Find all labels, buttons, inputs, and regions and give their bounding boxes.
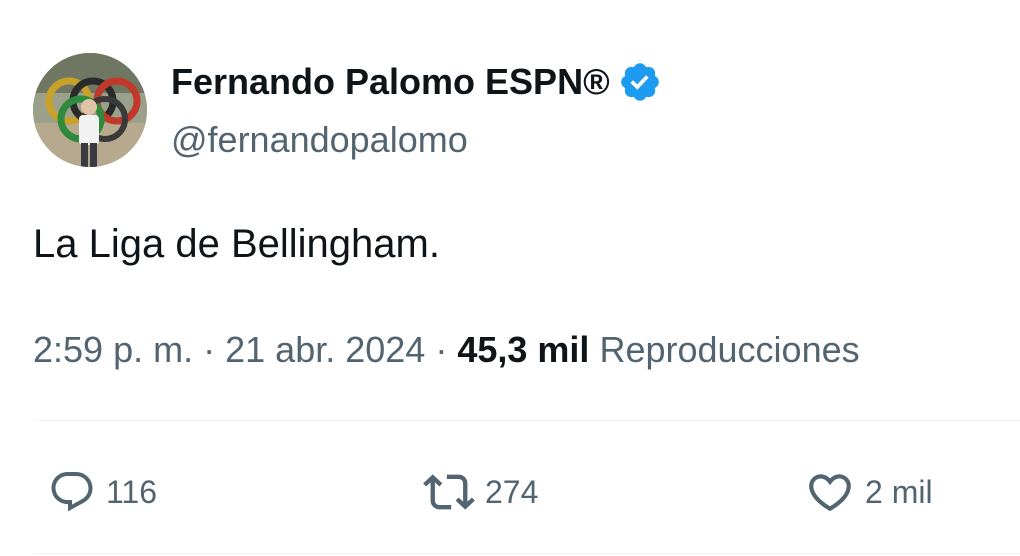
divider bbox=[33, 553, 1020, 554]
tweet-date[interactable]: 21 abr. 2024 bbox=[225, 329, 425, 370]
repost-button[interactable]: 274 bbox=[423, 466, 538, 518]
like-count: 2 mil bbox=[865, 473, 933, 510]
author-handle[interactable]: @fernandopalomo bbox=[171, 118, 468, 162]
tweet-meta: 2:59 p. m. · 21 abr. 2024 · 45,3 mil Rep… bbox=[33, 326, 860, 374]
reply-button[interactable]: 116 bbox=[48, 466, 157, 518]
repost-icon bbox=[423, 474, 475, 510]
avatar-image bbox=[33, 53, 147, 167]
meta-separator: · bbox=[203, 329, 216, 370]
avatar[interactable] bbox=[33, 53, 147, 167]
reply-icon bbox=[51, 472, 93, 512]
like-button[interactable]: 2 mil bbox=[805, 466, 933, 518]
reply-count: 116 bbox=[106, 473, 158, 510]
heart-icon bbox=[809, 474, 851, 512]
views-label: Reproducciones bbox=[599, 329, 860, 370]
author-name[interactable]: Fernando Palomo ESPN® bbox=[171, 60, 662, 104]
views-count: 45,3 mil bbox=[457, 329, 590, 370]
author-name-text[interactable]: Fernando Palomo ESPN® bbox=[171, 60, 610, 104]
repost-count: 274 bbox=[485, 473, 539, 510]
verified-badge-icon[interactable] bbox=[618, 60, 662, 104]
tweet-text: La Liga de Bellingham. bbox=[33, 222, 440, 266]
meta-separator: · bbox=[435, 329, 448, 370]
divider bbox=[33, 420, 1020, 421]
tweet-card: Fernando Palomo ESPN® @fernandopalomo La… bbox=[0, 0, 1020, 556]
tweet-time[interactable]: 2:59 p. m. bbox=[33, 329, 193, 370]
